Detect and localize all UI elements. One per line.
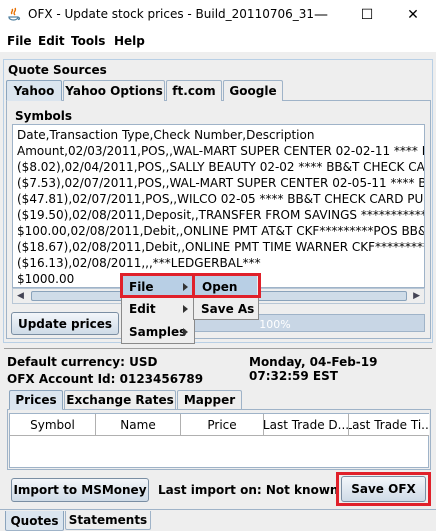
symbol-line: ($19.50),02/08/2011,Deposit,,TRANSFER FR… [17,208,425,222]
menu-edit[interactable]: Edit [38,34,65,48]
footer-tab-line [0,509,436,510]
java-app-icon [8,7,21,21]
context-menu-samples[interactable]: Samples [122,321,194,343]
import-to-msmoney-button[interactable]: Import to MSMoney [11,478,149,502]
tab-prices[interactable]: Prices [9,390,63,410]
highlight-save-ofx [336,472,431,506]
close-button[interactable]: ✕ [390,0,436,30]
tab-yahoo[interactable]: Yahoo [6,80,62,101]
symbol-line: Date,Transaction Type,Check Number,Descr… [17,128,315,142]
tab-exchange-rates[interactable]: Exchange Rates [64,390,176,409]
submenu-save-as[interactable]: Save As [194,298,258,320]
context-menu-edit[interactable]: Edit [122,298,194,320]
prices-table: Symbol Name Price Last Trade D... Last T… [9,413,429,468]
separator [4,348,432,349]
highlight-open-item [192,273,261,298]
menu-tools[interactable]: Tools [71,34,105,48]
column-symbol[interactable]: Symbol [10,414,96,436]
symbol-line: $100.00,02/08/2011,Debit,,ONLINE PMT AT&… [17,224,425,238]
symbol-line: ($18.67),02/08/2011,Debit,,ONLINE PMT TI… [17,240,425,254]
submenu-arrow-icon [183,305,188,313]
quote-sources-heading: Quote Sources [8,63,107,77]
title-bar: OFX - Update stock prices - Build_201107… [0,0,436,30]
minimize-button[interactable]: — [298,0,344,30]
scroll-left-icon[interactable]: ◀ [17,291,24,301]
symbol-line: $1000.00 [17,272,75,286]
tab-quotes[interactable]: Quotes [5,511,64,531]
window-title: OFX - Update stock prices - Build_201107… [28,7,315,21]
tab-google[interactable]: Google [223,80,283,101]
default-currency: Default currency: USD [7,355,158,369]
column-name[interactable]: Name [96,414,181,436]
symbol-line: ($16.13),02/08/2011,,,***LEDGERBAL*** [17,256,261,270]
symbol-line: ($7.53),02/07/2011,POS,,WAL-MART SUPER C… [17,176,425,190]
tab-mapper[interactable]: Mapper [177,390,242,409]
tab-yahoo-options[interactable]: Yahoo Options [63,80,165,101]
menu-help[interactable]: Help [114,34,145,48]
tab-ft-com[interactable]: ft.com [166,80,222,101]
minimize-icon: — [314,7,328,23]
current-datetime: Monday, 04-Feb-19 07:32:59 EST [249,355,378,383]
submenu-arrow-icon [183,328,188,336]
column-price[interactable]: Price [181,414,264,436]
symbol-line: Amount,02/03/2011,POS,,WAL-MART SUPER CE… [17,144,425,158]
menu-file[interactable]: File [7,34,32,48]
scroll-right-icon[interactable]: ▶ [413,291,420,301]
highlight-file-menu [120,273,196,298]
column-last-trade-date[interactable]: Last Trade D... [264,414,349,436]
tab-statements[interactable]: Statements [65,511,151,530]
symbol-line: ($8.02),02/04/2011,POS,,SALLY BEAUTY 02-… [17,160,425,174]
maximize-icon: ☐ [360,7,374,23]
close-icon: ✕ [407,7,419,23]
ofx-account-id: OFX Account Id: 0123456789 [7,372,204,386]
column-last-trade-time[interactable]: Last Trade Ti... [349,414,429,436]
symbol-line: ($47.81),02/07/2011,POS,,WILCO 02-05 ***… [17,192,425,206]
symbols-label: Symbols [15,109,73,123]
update-prices-button[interactable]: Update prices [11,312,119,335]
maximize-button[interactable]: ☐ [344,0,390,30]
last-import-status: Last import on: Not known [158,483,339,497]
symbols-textarea[interactable]: Date,Transaction Type,Check Number,Descr… [12,124,425,288]
menu-bar: File Edit Tools Help [0,30,436,52]
